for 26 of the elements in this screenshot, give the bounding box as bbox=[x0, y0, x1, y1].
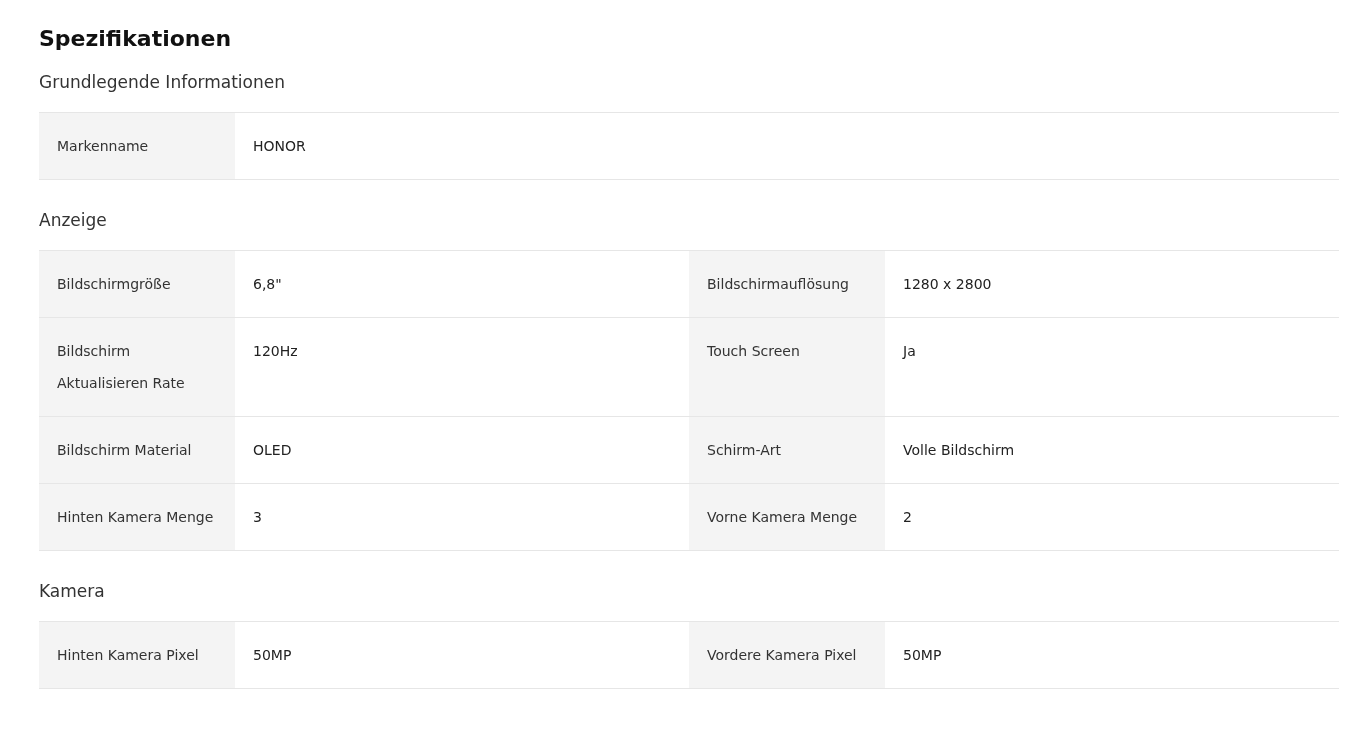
spec-value: Volle Bildschirm bbox=[902, 441, 1016, 460]
spec-value: Ja bbox=[901, 342, 917, 361]
spec-label: Bildschirm Aktualisieren Rate bbox=[39, 318, 235, 416]
spec-value: 50MP bbox=[902, 646, 943, 665]
spec-label: Touch Screen bbox=[689, 318, 885, 416]
spec-value: 3 bbox=[252, 508, 263, 527]
page-title: Spezifikationen bbox=[39, 25, 233, 53]
spec-label: Bildschirmgröße bbox=[39, 251, 235, 317]
spec-value: 6,8" bbox=[252, 275, 283, 294]
spec-value: 120Hz bbox=[252, 342, 299, 361]
spec-label: Vorne Kamera Menge bbox=[689, 484, 885, 550]
section-heading: Grundlegende Informationen bbox=[39, 71, 286, 94]
spec-label: Bildschirm Material bbox=[39, 417, 235, 483]
section-heading: Anzeige bbox=[39, 209, 108, 232]
spec-label: Schirm-Art bbox=[689, 417, 885, 483]
spec-label: Vordere Kamera Pixel bbox=[689, 622, 885, 688]
spec-label: Markenname bbox=[39, 113, 235, 179]
spec-label: Bildschirmauflösung bbox=[689, 251, 885, 317]
section-heading: Kamera bbox=[39, 580, 106, 603]
spec-label: Hinten Kamera Pixel bbox=[39, 622, 235, 688]
spec-value: 50MP bbox=[252, 646, 293, 665]
spec-label: Hinten Kamera Menge bbox=[39, 484, 235, 550]
spec-value: OLED bbox=[252, 441, 293, 460]
spec-value: 1280 x 2800 bbox=[902, 275, 993, 294]
spec-value: HONOR bbox=[252, 137, 307, 156]
spec-value: 2 bbox=[902, 508, 913, 527]
